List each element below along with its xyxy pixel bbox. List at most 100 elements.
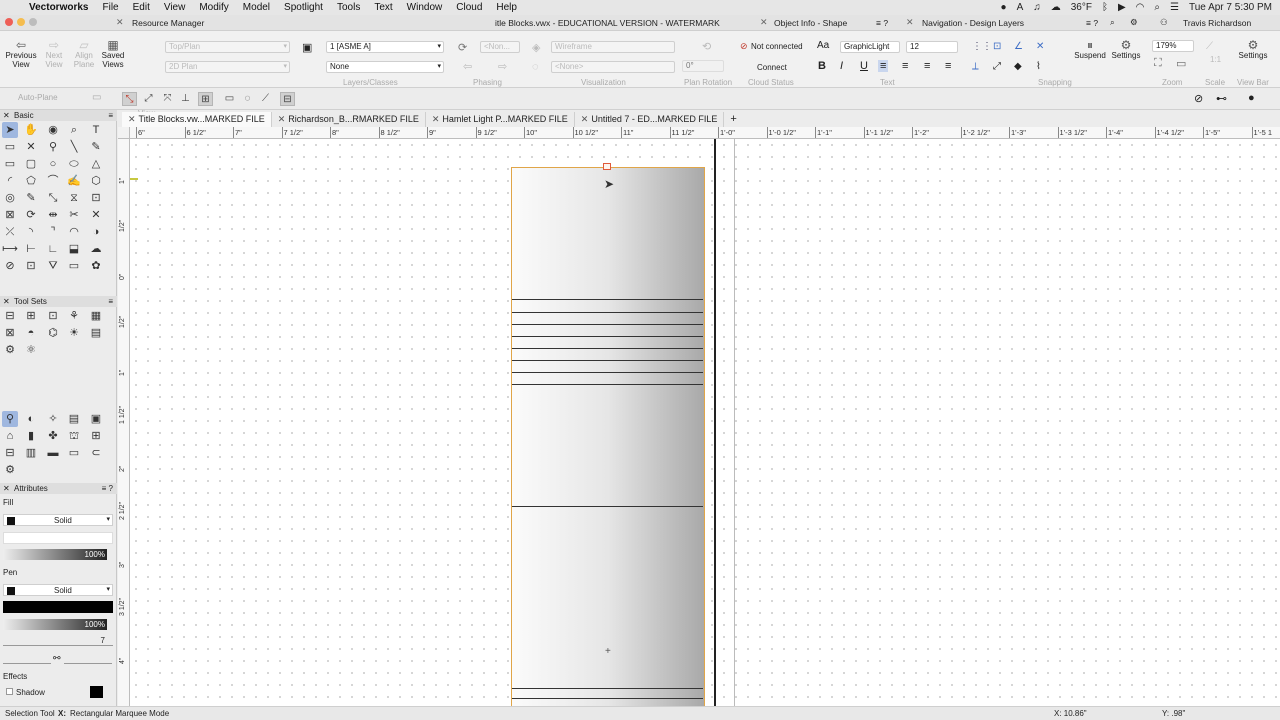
menu-icon[interactable]: ≡ <box>108 110 113 121</box>
snap-tangent-icon[interactable]: ⤢ <box>993 61 1001 72</box>
italic-button[interactable]: I <box>840 60 843 72</box>
next-view-button[interactable]: ⇨ Next View <box>40 39 68 69</box>
close-icon[interactable]: ✕ <box>278 114 286 124</box>
horizontal-ruler[interactable]: 6" 6 1/2" 7" 7 1/2" 8" 8 1/2" 9" 9 1/2" 10" 10 1/… <box>130 127 1280 139</box>
connect-button[interactable]: Connect <box>757 63 787 72</box>
mirror-axis-tool[interactable]: ⇹ <box>45 207 61 223</box>
menu-view[interactable]: View <box>157 2 193 13</box>
scale-icon[interactable]: ⟋ <box>1206 41 1213 52</box>
regular-polygon-tool[interactable]: ⬡ <box>88 173 104 189</box>
menu-tools[interactable]: Tools <box>330 2 367 13</box>
line-tool[interactable]: ╲ <box>66 139 82 155</box>
search-icon[interactable]: ⌕ <box>1154 2 1160 13</box>
pen-style-select[interactable]: Solid ▾ <box>3 584 113 596</box>
pen-color-swatch[interactable] <box>7 587 15 595</box>
menu-cloud[interactable]: Cloud <box>449 2 489 13</box>
paint-tool[interactable]: ✿ <box>88 258 104 274</box>
multi-circuit-tool[interactable]: ⊂ <box>88 445 104 461</box>
shadow-color-swatch[interactable] <box>90 686 103 698</box>
tab-untitled-7[interactable]: ✕ Untitled 7 - ED...MARKED FILE <box>575 112 725 127</box>
trim-tool[interactable]: ⤫ <box>2 224 18 240</box>
fit-to-page-icon[interactable]: ▭ <box>1176 57 1186 70</box>
object-info-title[interactable]: Object Info - Shape <box>774 18 847 28</box>
fill-style-select[interactable]: Solid ▾ <box>3 514 113 526</box>
render-options-icon[interactable]: ● <box>1248 92 1255 104</box>
speaker-tool[interactable]: ✤ <box>45 428 61 444</box>
tab-hamlet-light[interactable]: ✕ Hamlet Light P...MARKED FILE <box>426 112 575 127</box>
light-tool[interactable]: ◐ <box>23 411 39 427</box>
snap-object-icon[interactable]: ⊡ <box>993 41 1001 52</box>
align-center-button[interactable]: ≡ <box>902 60 908 72</box>
close-icon[interactable]: ✕ <box>432 114 440 124</box>
fillet-tool[interactable]: ◝ <box>23 224 39 240</box>
callout-tool[interactable]: ▭ <box>2 139 18 155</box>
pan-tool[interactable]: ✋ <box>23 122 39 138</box>
bold-button[interactable]: B <box>818 60 826 72</box>
flyover-tool[interactable]: ◉ <box>45 122 61 138</box>
align-right-button[interactable]: ≡ <box>924 60 930 72</box>
menu-icon[interactable]: ≡ ? <box>102 483 113 494</box>
menu-model[interactable]: Model <box>236 2 277 13</box>
close-icon[interactable]: ✕ <box>906 17 914 28</box>
focus-point-tool[interactable]: ✧ <box>45 411 61 427</box>
polyline-tool[interactable]: ⌒ <box>45 173 61 189</box>
camera-tool[interactable]: ⛛ <box>45 258 61 274</box>
selection-handle[interactable] <box>603 163 611 170</box>
snap-settings-button[interactable]: ⚙ Settings <box>1110 39 1142 60</box>
polygon-region-tool[interactable]: ⬓ <box>66 241 82 257</box>
close-icon[interactable]: ✕ <box>3 296 10 307</box>
arrow-left-icon[interactable]: ⇦ <box>463 60 472 73</box>
menu-spotlight[interactable]: Spotlight <box>277 2 330 13</box>
search-icon[interactable]: ⌕ <box>1110 17 1115 28</box>
tab-title-blocks[interactable]: ✕ Title Blocks.vw...MARKED FILE <box>122 112 272 127</box>
locus-tool[interactable]: ✕ <box>23 139 39 155</box>
arrowhead-icon[interactable]: ⚯ <box>53 653 61 664</box>
render-mode-select[interactable]: Wireframe <box>551 41 675 53</box>
pen-color-field[interactable] <box>3 601 113 613</box>
auto-plane-button[interactable]: Auto-Plane <box>18 93 58 102</box>
rectangle-tool[interactable]: ▭ <box>2 156 18 172</box>
angular-dimension-tool[interactable]: ∟ <box>45 241 61 257</box>
navigation-title[interactable]: Navigation - Design Layers <box>922 18 1024 28</box>
close-icon[interactable]: ✕ <box>116 17 124 28</box>
cloud-tool[interactable]: ☁ <box>88 241 104 257</box>
snap-intersection-icon[interactable]: ✕ <box>1036 41 1044 52</box>
menu-icon[interactable]: ≡ ? <box>1086 18 1098 28</box>
marker-select[interactable] <box>64 654 112 664</box>
detailing-set-icon[interactable]: ⊠ <box>2 325 18 341</box>
layers-icon[interactable]: ▣ <box>302 41 312 54</box>
soft-goods-tool[interactable]: ⊟ <box>2 445 18 461</box>
justify-button[interactable]: ≡ <box>945 60 951 72</box>
plan-rotation-field[interactable]: 0° <box>682 60 724 72</box>
arrow-right-icon[interactable]: ⇨ <box>498 60 507 73</box>
saved-views-button[interactable]: ▦ Saved Views <box>100 39 126 69</box>
circle-tool[interactable]: ○ <box>45 156 61 172</box>
view-bar-settings-button[interactable]: ⚙ Settings <box>1236 39 1270 60</box>
phasing-icon[interactable]: ⟳ <box>458 41 467 54</box>
stage-tool[interactable]: ⌂ <box>2 428 18 444</box>
rotate-tool[interactable]: ⟳ <box>23 207 39 223</box>
site-planning-set-icon[interactable]: ⊡ <box>45 308 61 324</box>
dimension-tool[interactable]: ⟼ <box>2 241 18 257</box>
arc-tool[interactable]: ◜ <box>2 173 18 189</box>
constrained-dimension-tool[interactable]: ⊢ <box>23 241 39 257</box>
close-icon[interactable]: ✕ <box>128 114 136 124</box>
projector-tool[interactable]: ▣ <box>88 411 104 427</box>
visualization-icon[interactable]: ◌ <box>532 61 539 73</box>
reshape-tool[interactable]: ⊡ <box>88 190 104 206</box>
render-icon[interactable]: ◈ <box>532 41 540 54</box>
mode-move-button[interactable]: ⤧ <box>160 92 175 106</box>
pipe-tool[interactable]: ▬ <box>45 445 61 461</box>
mode-marquee-button[interactable]: ⊞ <box>198 92 213 106</box>
mode-transform-button[interactable]: ⤢ <box>141 92 156 106</box>
lighting-device-tool[interactable]: ▭ <box>66 445 82 461</box>
fill-color-swatch[interactable] <box>7 517 15 525</box>
adobe-icon[interactable]: A <box>1017 2 1024 13</box>
title-block-shape[interactable]: + <box>511 167 705 706</box>
landscape-set-icon[interactable]: ⚘ <box>66 308 82 324</box>
dims-notes-set-icon[interactable]: ⊟ <box>2 308 18 324</box>
font-icon[interactable]: Aa <box>817 40 829 51</box>
offset-tool[interactable]: ⤡ <box>45 190 61 206</box>
furniture-set-icon[interactable]: ▦ <box>88 308 104 324</box>
visualization-set-icon[interactable]: ◓ <box>23 325 39 341</box>
